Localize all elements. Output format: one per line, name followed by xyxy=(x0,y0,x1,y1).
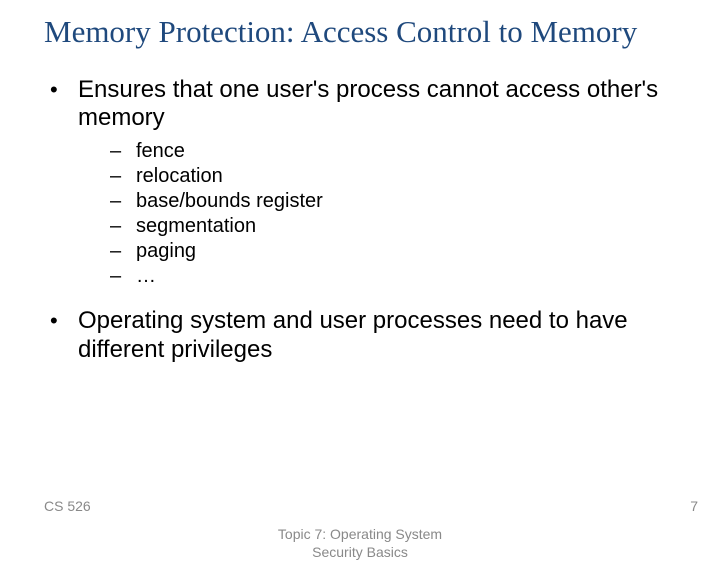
bullet-level1: • Operating system and user processes ne… xyxy=(48,307,672,365)
bullet-level2: – segmentation xyxy=(110,214,672,239)
bullet-dash-icon: – xyxy=(110,214,136,239)
bullet-level2: – fence xyxy=(110,139,672,164)
bullet-dash-icon: – xyxy=(110,239,136,264)
bullet-text: relocation xyxy=(136,164,672,189)
bullet-level2: – paging xyxy=(110,239,672,264)
bullet-dot-icon: • xyxy=(48,307,78,336)
bullet-text: … xyxy=(136,264,672,289)
bullet-text: paging xyxy=(136,239,672,264)
footer-course-code: CS 526 xyxy=(44,498,91,514)
bullet-text: segmentation xyxy=(136,214,672,239)
bullet-text: base/bounds register xyxy=(136,189,672,214)
bullet-text: Ensures that one user's process cannot a… xyxy=(78,76,672,134)
bullet-level1: • Ensures that one user's process cannot… xyxy=(48,76,672,134)
bullet-dot-icon: • xyxy=(48,76,78,105)
footer-topic: Topic 7: Operating System Security Basic… xyxy=(278,526,442,561)
bullet-dash-icon: – xyxy=(110,164,136,189)
bullet-level2: – base/bounds register xyxy=(110,189,672,214)
bullet-text: fence xyxy=(136,139,672,164)
slide-title: Memory Protection: Access Control to Mem… xyxy=(0,0,720,50)
bullet-dash-icon: – xyxy=(110,189,136,214)
bullet-level2: – relocation xyxy=(110,164,672,189)
bullet-sublist: – fence – relocation – base/bounds regis… xyxy=(48,139,672,289)
slide-content: • Ensures that one user's process cannot… xyxy=(0,50,720,365)
bullet-dash-icon: – xyxy=(110,139,136,164)
bullet-text: Operating system and user processes need… xyxy=(78,307,672,365)
bullet-dash-icon: – xyxy=(110,264,136,289)
footer-page-number: 7 xyxy=(690,498,698,514)
bullet-level2: – … xyxy=(110,264,672,289)
